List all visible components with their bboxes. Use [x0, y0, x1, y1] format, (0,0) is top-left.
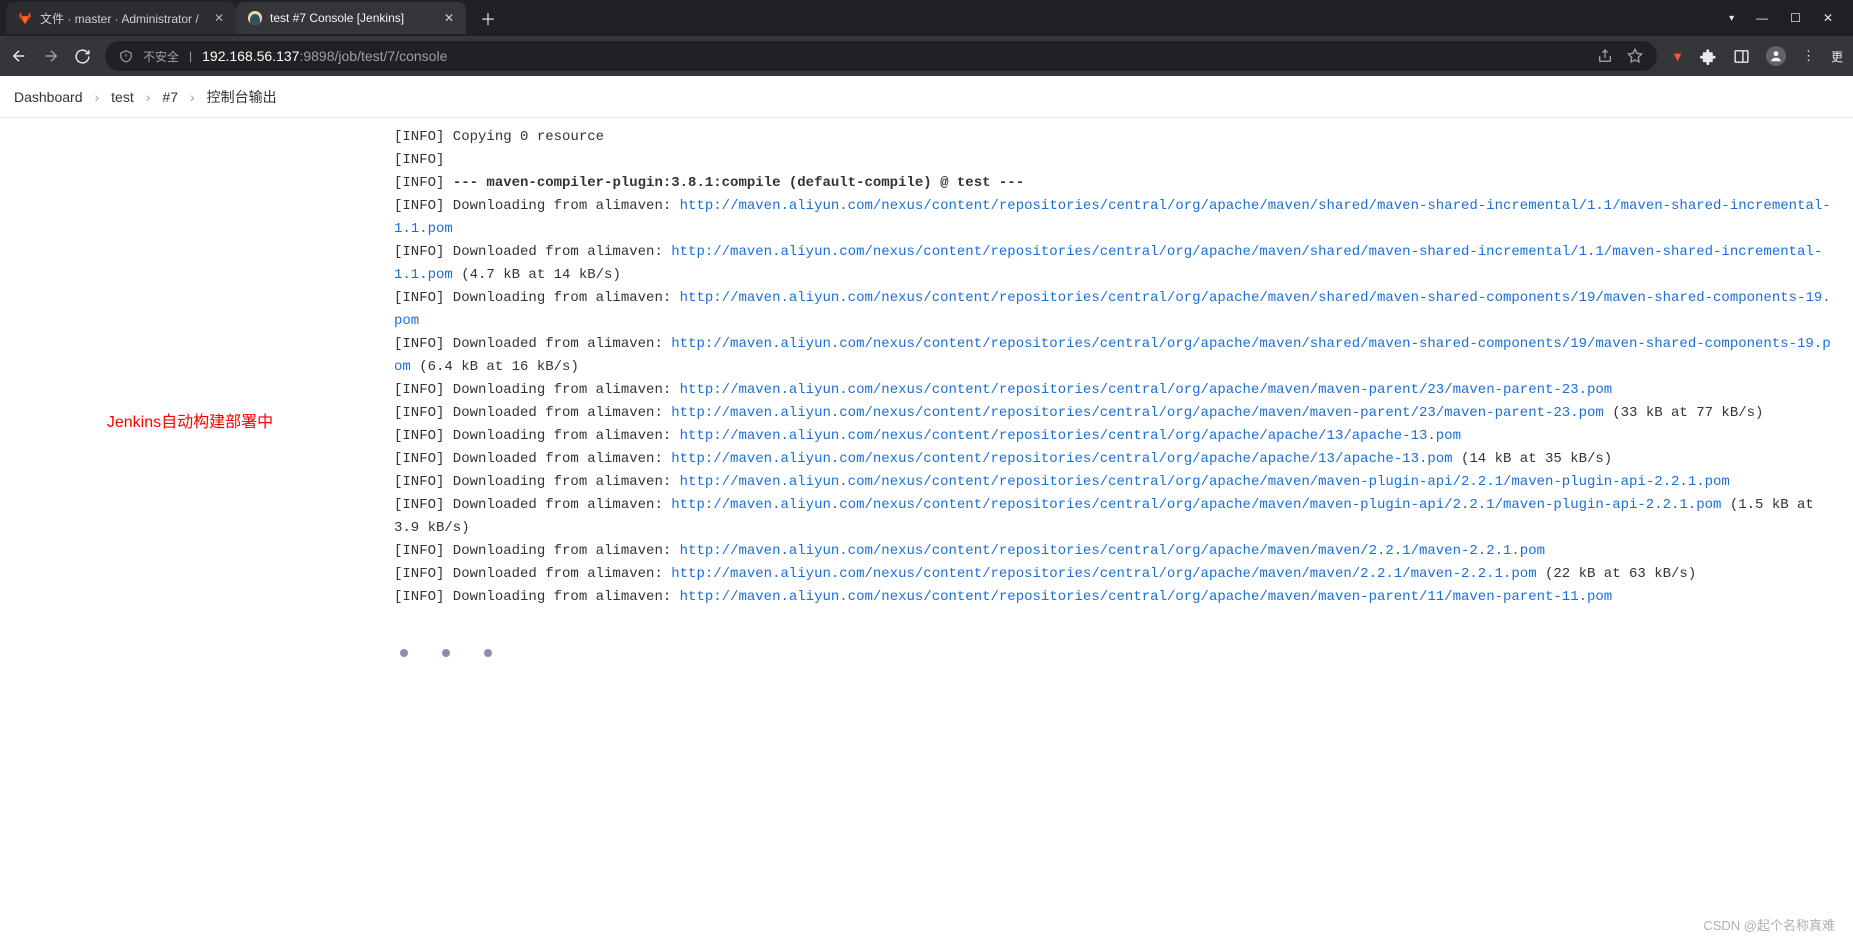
console-line: [INFO] Downloading from alimaven: http:/… — [394, 471, 1833, 494]
address-actions — [1597, 48, 1643, 64]
window-controls: ▾ ― ☐ ✕ — [1729, 11, 1847, 25]
console-link[interactable]: http://maven.aliyun.com/nexus/content/re… — [680, 474, 1730, 490]
browser-chrome: 文件 · master · Administrator / ✕ test #7 … — [0, 0, 1853, 76]
console-line: [INFO] Downloaded from alimaven: http://… — [394, 563, 1833, 586]
share-icon[interactable] — [1597, 48, 1613, 64]
console-bold: --- maven-compiler-plugin:3.8.1:compile … — [453, 175, 1024, 191]
console-link[interactable]: http://maven.aliyun.com/nexus/content/re… — [671, 497, 1721, 513]
dot-icon — [400, 649, 408, 657]
console-link[interactable]: http://maven.aliyun.com/nexus/content/re… — [680, 428, 1461, 444]
sidepanel-icon[interactable] — [1733, 48, 1750, 65]
console-line: [INFO] Downloading from alimaven: http:/… — [394, 586, 1833, 609]
new-tab-button[interactable]: ＋ — [474, 4, 502, 32]
console-link[interactable]: http://maven.aliyun.com/nexus/content/re… — [680, 543, 1545, 559]
console-line: [INFO] Downloaded from alimaven: http://… — [394, 241, 1833, 287]
close-icon[interactable]: ✕ — [214, 11, 224, 25]
tab-jenkins[interactable]: test #7 Console [Jenkins] ✕ — [236, 2, 466, 34]
console-line: [INFO] Downloading from alimaven: http:/… — [394, 425, 1833, 448]
console-line: [INFO] Downloaded from alimaven: http://… — [394, 494, 1833, 540]
maximize-button[interactable]: ☐ — [1790, 11, 1801, 25]
close-window-button[interactable]: ✕ — [1823, 11, 1833, 25]
close-icon[interactable]: ✕ — [444, 11, 454, 25]
toolbar-right: ▼ ⋮ 更 — [1671, 46, 1843, 66]
chevron-right-icon: › — [95, 89, 100, 105]
console-line: [INFO] Downloading from alimaven: http:/… — [394, 379, 1833, 402]
tab-gitlab[interactable]: 文件 · master · Administrator / ✕ — [6, 2, 236, 34]
bookmark-icon[interactable] — [1627, 48, 1643, 64]
console-line: [INFO] Downloading from alimaven: http:/… — [394, 195, 1833, 241]
console-link[interactable]: http://maven.aliyun.com/nexus/content/re… — [671, 451, 1452, 467]
console-panel: [INFO] Copying 0 resource[INFO] [INFO] -… — [380, 118, 1853, 948]
console-line: [INFO] Downloaded from alimaven: http://… — [394, 402, 1833, 425]
address-field[interactable]: 不安全 | 192.168.56.137:9898/job/test/7/con… — [105, 41, 1657, 71]
console-line: [INFO] Downloaded from alimaven: http://… — [394, 333, 1833, 379]
tab-title: 文件 · master · Administrator / — [40, 10, 206, 27]
brave-icon[interactable]: ▼ — [1671, 49, 1684, 64]
crumb-console[interactable]: 控制台输出 — [207, 87, 277, 107]
console-link[interactable]: http://maven.aliyun.com/nexus/content/re… — [680, 589, 1613, 605]
console-line: [INFO] --- maven-compiler-plugin:3.8.1:c… — [394, 172, 1833, 195]
url-text: 192.168.56.137:9898/job/test/7/console — [202, 48, 447, 64]
console-output: [INFO] Copying 0 resource[INFO] [INFO] -… — [394, 126, 1833, 609]
console-link[interactable]: http://maven.aliyun.com/nexus/content/re… — [394, 198, 1831, 237]
console-line: [INFO] Downloading from alimaven: http:/… — [394, 540, 1833, 563]
console-link[interactable]: http://maven.aliyun.com/nexus/content/re… — [671, 405, 1604, 421]
loading-dots — [400, 649, 1833, 657]
tab-strip: 文件 · master · Administrator / ✕ test #7 … — [0, 0, 1853, 36]
console-line: [INFO] Downloading from alimaven: http:/… — [394, 287, 1833, 333]
console-line: [INFO] Copying 0 resource — [394, 126, 1833, 149]
tab-title: test #7 Console [Jenkins] — [270, 11, 436, 25]
back-button[interactable] — [10, 47, 28, 65]
dot-icon — [442, 649, 450, 657]
reload-button[interactable] — [74, 48, 91, 65]
menu-icon[interactable]: ⋮ — [1802, 48, 1815, 64]
chevron-down-icon[interactable]: ▾ — [1729, 13, 1734, 24]
crumb-dashboard[interactable]: Dashboard — [14, 89, 83, 105]
console-link[interactable]: http://maven.aliyun.com/nexus/content/re… — [394, 244, 1822, 283]
console-link[interactable]: http://maven.aliyun.com/nexus/content/re… — [394, 290, 1831, 329]
chevron-right-icon: › — [190, 89, 195, 105]
side-annotation: Jenkins自动构建部署中 — [0, 118, 380, 948]
console-link[interactable]: http://maven.aliyun.com/nexus/content/re… — [680, 382, 1613, 398]
gitlab-icon — [18, 11, 32, 25]
crumb-job[interactable]: test — [111, 89, 134, 105]
page-body: Jenkins自动构建部署中 [INFO] Copying 0 resource… — [0, 118, 1853, 948]
console-line: [INFO] — [394, 149, 1833, 172]
console-link[interactable]: http://maven.aliyun.com/nexus/content/re… — [394, 336, 1831, 375]
jenkins-icon — [248, 11, 262, 25]
dot-icon — [484, 649, 492, 657]
console-line: [INFO] Downloaded from alimaven: http://… — [394, 448, 1833, 471]
chevron-right-icon: › — [146, 89, 151, 105]
watermark: CSDN @起个名称真难 — [1703, 915, 1835, 934]
crumb-build[interactable]: #7 — [162, 89, 178, 105]
address-bar: 不安全 | 192.168.56.137:9898/job/test/7/con… — [0, 36, 1853, 76]
extensions-icon[interactable] — [1700, 48, 1717, 65]
separator: | — [189, 49, 192, 63]
profile-icon[interactable] — [1766, 46, 1786, 66]
minimize-button[interactable]: ― — [1756, 11, 1768, 25]
annotation-text: Jenkins自动构建部署中 — [107, 408, 273, 432]
insecure-icon — [119, 49, 133, 63]
forward-button[interactable] — [42, 47, 60, 65]
console-link[interactable]: http://maven.aliyun.com/nexus/content/re… — [671, 566, 1536, 582]
insecure-label: 不安全 — [143, 48, 179, 65]
more-label[interactable]: 更 — [1831, 48, 1843, 65]
breadcrumb: Dashboard › test › #7 › 控制台输出 — [0, 76, 1853, 118]
